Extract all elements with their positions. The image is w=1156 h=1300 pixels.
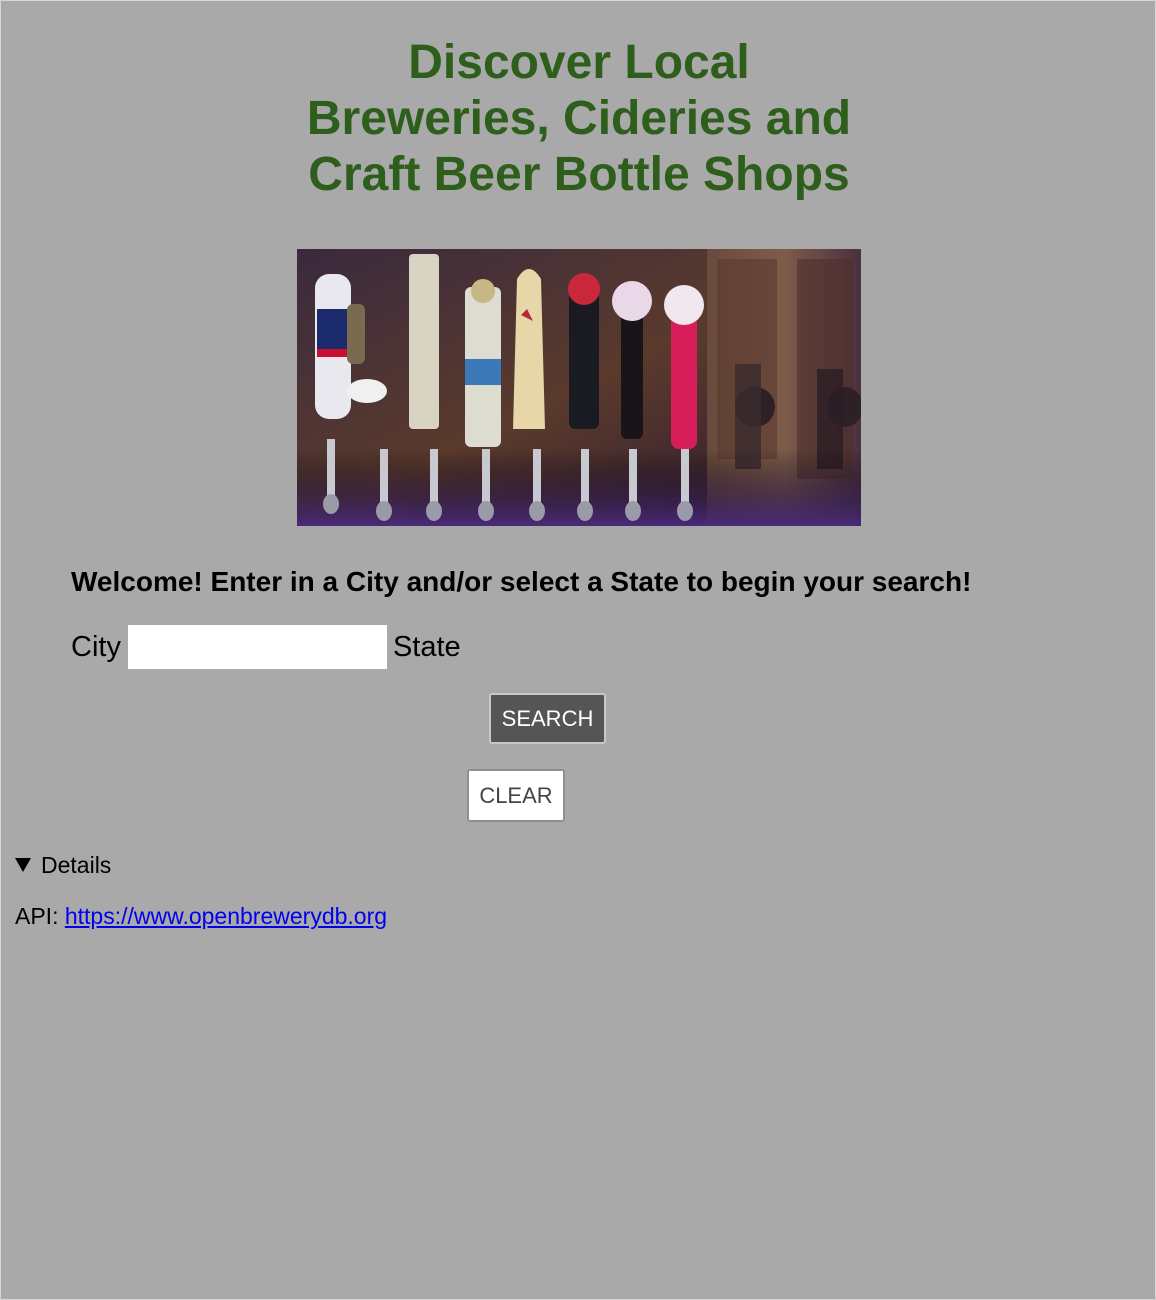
city-input[interactable] <box>127 625 387 669</box>
details-label: Details <box>41 852 112 878</box>
page-title-line-3: Craft Beer Bottle Shops <box>308 148 850 201</box>
page-title: Discover Local Breweries, Cideries and C… <box>1 35 1156 203</box>
state-label: State <box>392 630 461 663</box>
details-toggle[interactable]: Details <box>15 851 111 879</box>
page-title-line-2: Breweries, Cideries and <box>306 92 852 145</box>
api-line: API: https://www.openbrewerydb.org <box>15 902 387 930</box>
search-form-row: City State <box>71 625 461 669</box>
api-label: API: <box>15 903 59 929</box>
beer-taps-image <box>297 249 861 526</box>
search-button[interactable]: SEARCH <box>489 693 606 744</box>
page-title-line-1: Discover Local <box>408 36 750 89</box>
welcome-message: Welcome! Enter in a City and/or select a… <box>71 566 972 597</box>
disclosure-triangle-icon <box>15 858 31 872</box>
clear-button[interactable]: CLEAR <box>467 769 565 822</box>
api-link[interactable]: https://www.openbrewerydb.org <box>65 903 387 929</box>
city-label: City <box>71 630 121 663</box>
